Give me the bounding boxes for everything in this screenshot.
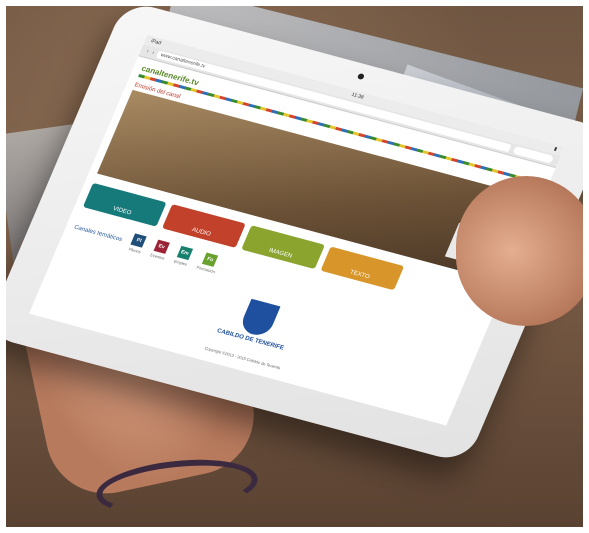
tile-video[interactable]: VIDEO <box>82 182 167 227</box>
channel-plenos[interactable]: Pl Plenos <box>127 233 148 255</box>
channel-code: Fo <box>201 252 219 267</box>
forward-icon[interactable]: › <box>151 50 155 56</box>
channel-code: Pl <box>130 233 148 248</box>
channel-code: Ev <box>153 239 170 254</box>
tile-imagen[interactable]: IMAGEN <box>241 225 325 270</box>
tile-audio[interactable]: AUDIO <box>162 204 246 248</box>
camera-icon <box>356 72 366 81</box>
channel-formacion[interactable]: Fo Formación <box>196 252 222 274</box>
status-carrier: iPad <box>149 38 163 47</box>
photo: iPad 11:38 ▮ ‹ › www.canaltenerife.tv ca… <box>6 6 583 527</box>
cabildo-seal: CABILDO DE TENERIFE <box>215 294 300 352</box>
shield-icon <box>238 298 281 339</box>
channel-name: Empleo <box>173 258 189 267</box>
back-icon[interactable]: ‹ <box>146 48 150 54</box>
channel-name: Plenos <box>127 246 142 255</box>
channel-code: Em <box>176 245 193 261</box>
battery-icon: ▮ <box>552 146 559 153</box>
channels-label: Canales temáticos <box>73 224 124 243</box>
channel-empleo[interactable]: Em Empleo <box>173 245 194 267</box>
tile-label: IMAGEN <box>267 247 293 260</box>
tile-texto[interactable]: TEXTO <box>320 246 405 291</box>
tile-label: AUDIO <box>190 227 212 238</box>
channel-eventos[interactable]: Ev Eventos <box>149 239 170 261</box>
tile-label: TEXTO <box>348 269 371 281</box>
right-hand <box>456 176 583 326</box>
tile-label: VIDEO <box>111 206 133 217</box>
